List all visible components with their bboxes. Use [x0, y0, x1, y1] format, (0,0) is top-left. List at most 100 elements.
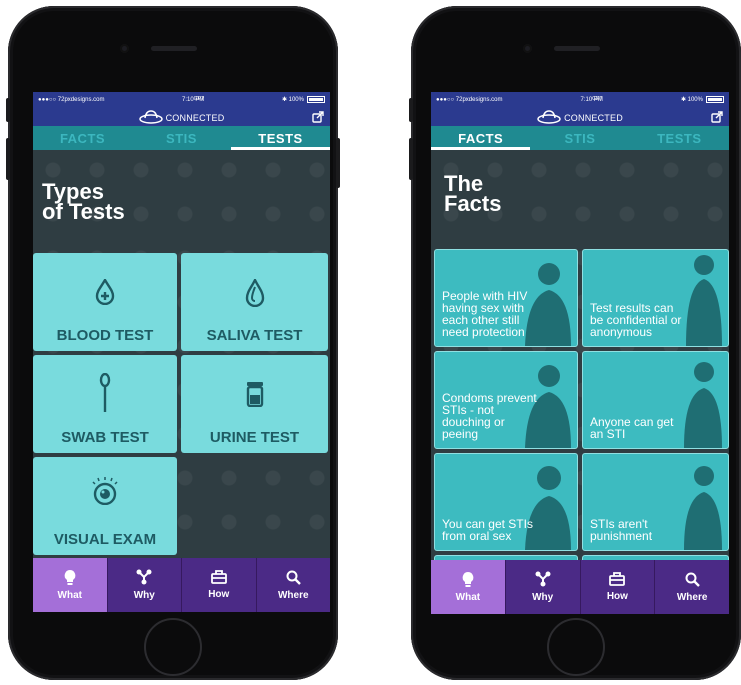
nav-where[interactable]: Where: [654, 560, 729, 614]
fact-card[interactable]: Test results can be confidential or anon…: [582, 249, 729, 347]
hat-logo-icon: [537, 110, 561, 124]
person-photo: [686, 255, 722, 346]
fact-text: Test results can be confidential or anon…: [590, 301, 682, 339]
toolbox-icon: [609, 572, 626, 586]
visual-exam-tile[interactable]: VISUAL EXAM: [33, 457, 177, 555]
front-camera-icon: [523, 44, 532, 53]
nav-label: Why: [133, 590, 155, 601]
nav-what[interactable]: What: [431, 560, 505, 614]
fact-text: People with HIV having sex with each oth…: [442, 289, 528, 339]
bottom-nav: What Why How Where: [33, 558, 330, 612]
fact-text: Anyone can get an STI: [590, 415, 674, 441]
nav-label: Why: [532, 592, 554, 603]
test-label: VISUAL EXAM: [53, 531, 157, 548]
fact-card[interactable]: Anyone can get an STI: [582, 351, 729, 449]
lightbulb-icon: [64, 570, 76, 585]
test-label: URINE TEST: [209, 429, 300, 446]
tab-stis[interactable]: STIS: [530, 126, 629, 150]
nav-why[interactable]: Why: [504, 560, 580, 614]
battery-indicator: ✱ 100%: [681, 96, 724, 104]
speaker-grille: [151, 46, 197, 51]
search-icon: [286, 570, 301, 585]
app-header: GET CONNECTED: [431, 96, 729, 126]
tab-bar: FACTS STIS TESTS: [431, 126, 729, 150]
lightbulb-icon: [462, 572, 474, 587]
fact-text: STIs aren't punishment: [590, 517, 653, 543]
carrier-text: ●●●○○ 72pxdesigns.com: [38, 97, 105, 103]
battery-icon: [306, 96, 325, 104]
branches-icon: [136, 569, 152, 585]
tests-grid: BLOOD TEST SALIVA TEST SWAB TEST URINE T…: [33, 253, 328, 555]
brand-name: CONNECTED: [165, 113, 225, 123]
nav-label: Where: [277, 589, 309, 601]
saliva-drop-icon: [245, 279, 264, 307]
tab-tests[interactable]: TESTS: [630, 126, 729, 150]
tab-stis[interactable]: STIS: [132, 126, 231, 150]
tab-facts[interactable]: FACTS: [431, 126, 531, 150]
brand-small-text: GET: [193, 96, 204, 102]
nav-label: What: [57, 590, 82, 601]
screen-left: ●●●○○ 72pxdesigns.com 7:10 PM ✱ 100% GET…: [33, 92, 330, 612]
nav-label: How: [208, 589, 230, 600]
home-button[interactable]: [144, 618, 202, 676]
eye-icon: [92, 477, 118, 505]
tab-bar: FACTS STIS TESTS: [33, 126, 330, 150]
nav-label: How: [606, 591, 628, 602]
fact-text: You can get STIs from oral sex: [442, 517, 533, 543]
nav-how[interactable]: How: [579, 560, 655, 614]
branches-icon: [535, 571, 551, 587]
nav-label: Where: [676, 591, 708, 603]
share-icon[interactable]: [312, 111, 324, 123]
fact-card[interactable]: You can get STIs from oral sex: [434, 453, 578, 551]
saliva-test-tile[interactable]: SALIVA TEST: [181, 253, 328, 351]
blood-drop-icon: [95, 279, 115, 305]
fact-card[interactable]: People with HIV having sex with each oth…: [434, 249, 578, 347]
nav-why[interactable]: Why: [106, 558, 182, 612]
app-logo: GET CONNECTED: [138, 96, 225, 126]
screen-right: ●●●○○ 72pxdesigns.com 7:10 PM ✱ 100% GET…: [431, 92, 729, 614]
page-title: Types of Tests: [42, 179, 125, 224]
blood-test-tile[interactable]: BLOOD TEST: [33, 253, 177, 351]
facts-grid: People with HIV having sex with each oth…: [434, 249, 729, 575]
facts-content: The Facts People with HIV having sex wit…: [431, 150, 729, 575]
person-photo: [684, 466, 722, 550]
search-icon: [685, 572, 700, 587]
urine-cup-icon: [246, 382, 263, 407]
status-bar: ●●●○○ 72pxdesigns.com 7:10 PM ✱ 100%: [431, 92, 729, 108]
brand-small-text: GET: [592, 96, 603, 102]
test-label: SALIVA TEST: [206, 327, 303, 344]
swab-icon: [99, 373, 111, 412]
brand-name: CONNECTED: [564, 113, 623, 123]
bottom-nav: What Why How Where: [431, 560, 729, 614]
nav-what[interactable]: What: [33, 558, 107, 612]
nav-label: What: [455, 592, 481, 603]
toolbox-icon: [210, 570, 227, 584]
page-title: The Facts: [444, 171, 502, 216]
tab-facts[interactable]: FACTS: [33, 126, 132, 150]
test-label: SWAB TEST: [61, 429, 149, 446]
phone-right: ●●●○○ 72pxdesigns.com 7:10 PM ✱ 100% GET…: [409, 6, 741, 680]
speaker-grille: [554, 46, 600, 51]
nav-how[interactable]: How: [181, 558, 256, 612]
tab-tests[interactable]: TESTS: [231, 126, 330, 150]
app-header: GET CONNECTED: [33, 96, 330, 126]
phone-left: ●●●○○ 72pxdesigns.com 7:10 PM ✱ 100% GET…: [6, 6, 340, 680]
hat-logo-icon: [138, 110, 163, 124]
fact-card[interactable]: Condoms prevent STIs - not douching or p…: [434, 351, 578, 449]
fact-card[interactable]: STIs aren't punishment: [582, 453, 729, 551]
test-label: BLOOD TEST: [56, 327, 154, 344]
swab-test-tile[interactable]: SWAB TEST: [33, 355, 177, 453]
battery-indicator: ✱ 100%: [282, 96, 325, 104]
urine-test-tile[interactable]: URINE TEST: [181, 355, 328, 453]
tests-content: Types of Tests BLOOD TEST SALIVA TEST SW…: [33, 150, 330, 558]
front-camera-icon: [120, 44, 129, 53]
status-bar: ●●●○○ 72pxdesigns.com 7:10 PM ✱ 100%: [33, 92, 330, 108]
home-button[interactable]: [547, 618, 605, 676]
app-logo: GET CONNECTED: [537, 96, 623, 126]
battery-icon: [705, 96, 724, 104]
nav-where[interactable]: Where: [255, 558, 331, 612]
fact-text: Condoms prevent STIs - not douching or p…: [442, 391, 537, 441]
carrier-text: ●●●○○ 72pxdesigns.com: [436, 97, 503, 103]
person-photo: [684, 362, 722, 448]
share-icon[interactable]: [711, 111, 723, 123]
